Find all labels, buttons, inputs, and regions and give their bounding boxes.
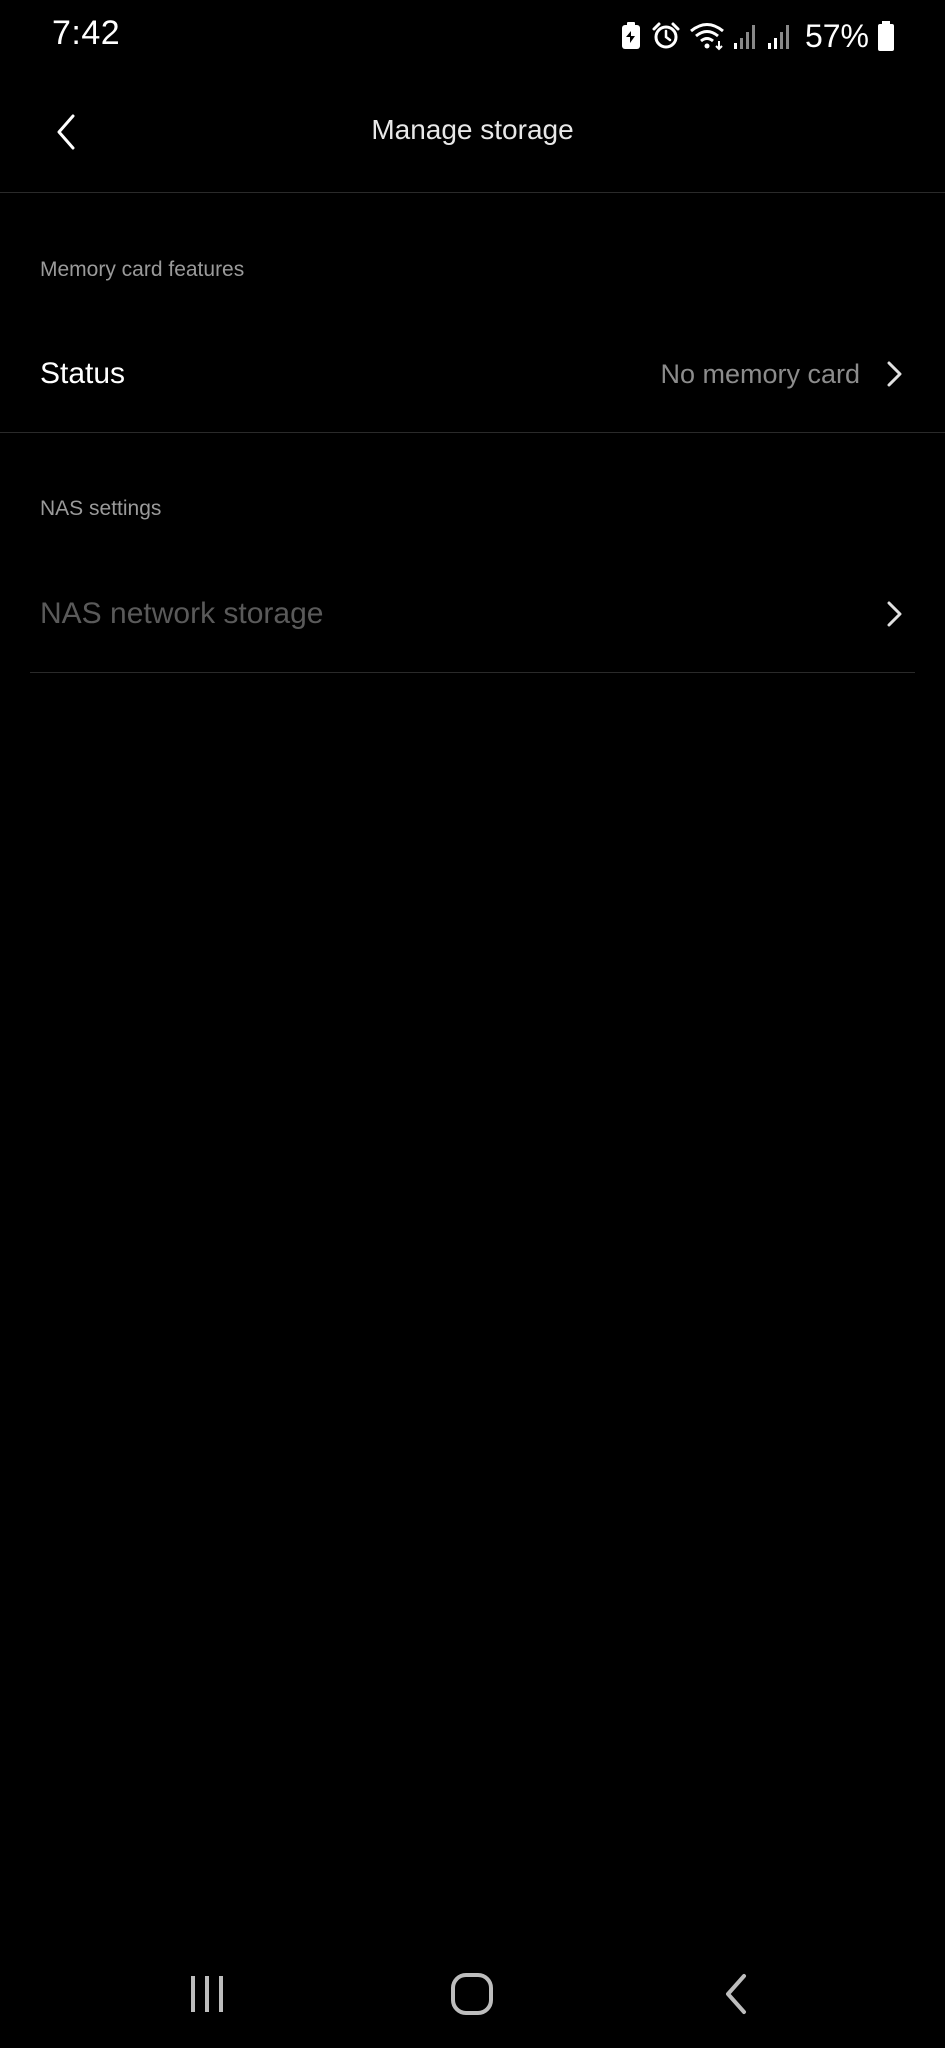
wifi-icon — [689, 21, 725, 51]
app-header: Manage storage — [0, 72, 945, 193]
recents-button[interactable] — [172, 1962, 242, 2026]
signal-icon — [767, 21, 793, 51]
nas-network-storage-title: NAS network storage — [40, 597, 324, 630]
nas-network-storage-row[interactable]: NAS network storage — [0, 554, 945, 674]
row-divider — [30, 672, 915, 673]
status-time: 7:42 — [52, 14, 121, 52]
section-label-memory-card: Memory card features — [40, 258, 245, 281]
status-row-value: No memory card — [660, 359, 860, 389]
chevron-right-icon — [887, 601, 902, 627]
section-label-nas: NAS settings — [40, 497, 162, 520]
recents-icon — [191, 1976, 223, 2012]
section-divider — [0, 432, 945, 433]
battery-icon — [877, 20, 895, 52]
system-back-button[interactable] — [700, 1962, 770, 2026]
page-title: Manage storage — [371, 114, 574, 145]
navigation-bar — [0, 1940, 945, 2048]
signal-icon — [733, 21, 759, 51]
status-row-title: Status — [40, 357, 126, 390]
alarm-icon — [651, 21, 681, 51]
home-icon — [451, 1973, 493, 2015]
status-bar: 7:42 57% — [0, 0, 945, 72]
battery-percentage: 57% — [804, 17, 869, 54]
battery-saver-icon — [619, 21, 643, 51]
back-icon — [726, 1974, 746, 2014]
chevron-right-icon — [887, 361, 902, 387]
status-icons: 57% — [619, 16, 895, 56]
home-button[interactable] — [437, 1962, 507, 2026]
status-row[interactable]: Status No memory card — [0, 314, 945, 434]
